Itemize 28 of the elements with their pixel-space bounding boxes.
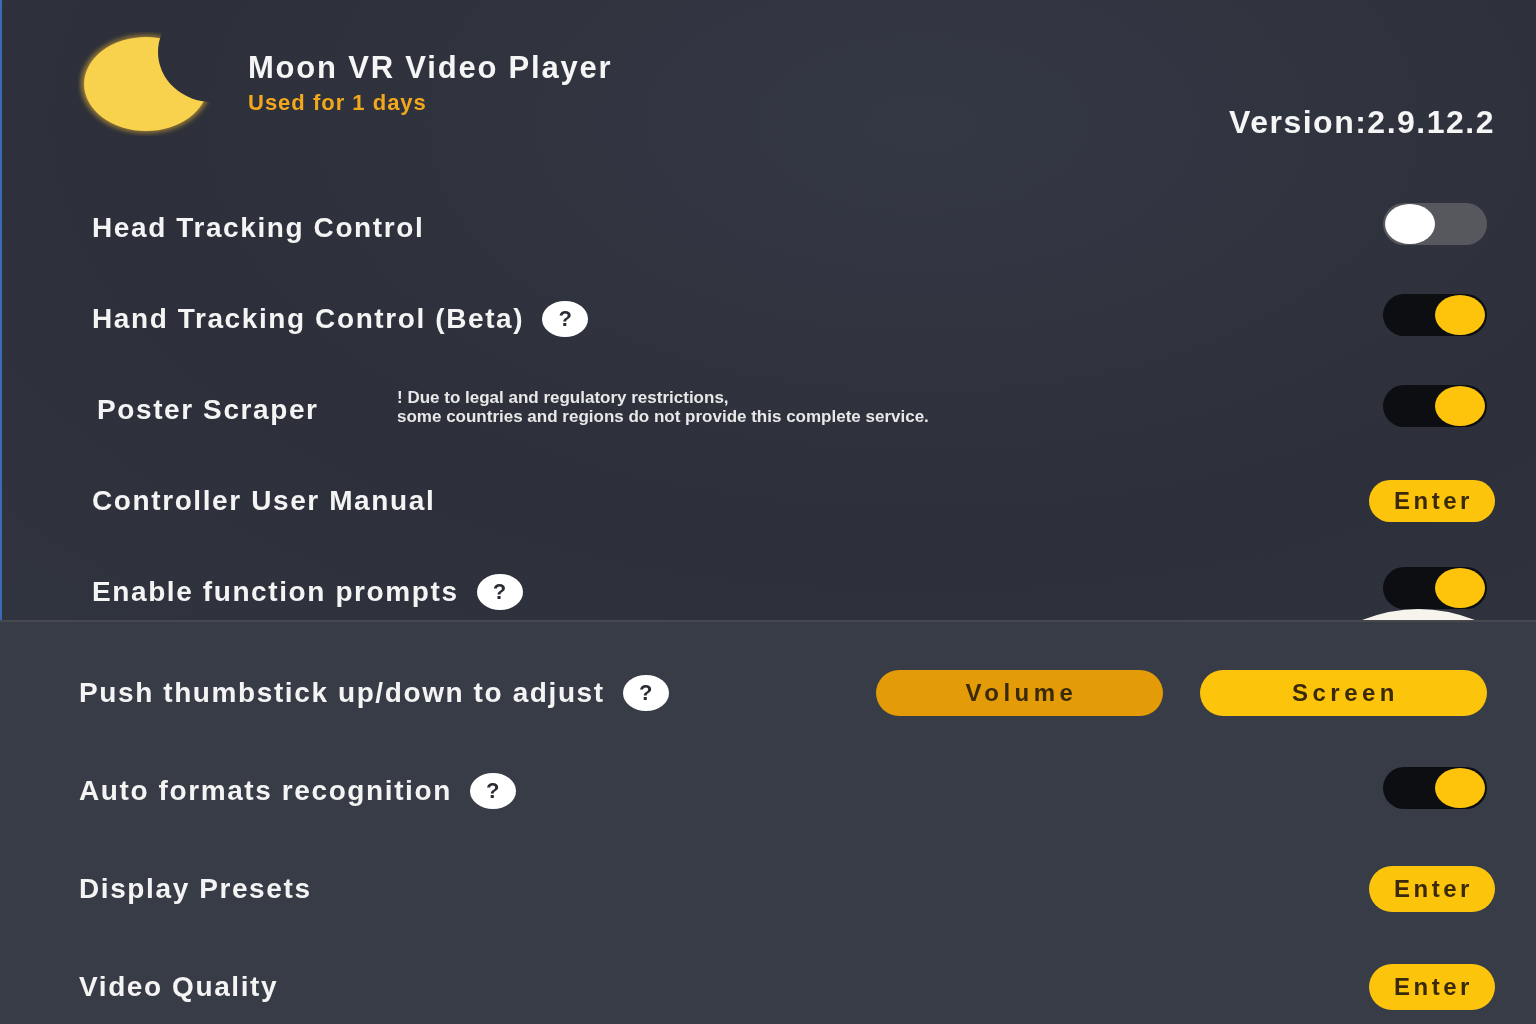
version-text: Version:2.9.12.2 <box>1229 104 1495 141</box>
usage-text: Used for 1 days <box>248 90 428 116</box>
toggle-switch[interactable] <box>1383 567 1487 609</box>
help-button[interactable]: ? <box>469 773 516 809</box>
app-title: Moon VR Video Player <box>248 49 613 87</box>
setting-label: Display Presets <box>79 873 312 905</box>
help-button[interactable]: ? <box>542 300 589 337</box>
enter-button[interactable]: Enter <box>1369 479 1495 522</box>
setting-label: Head Tracking Control <box>92 211 425 244</box>
setting-label: Enable function prompts <box>92 575 459 608</box>
setting-label: Poster Scraper <box>97 393 320 426</box>
toggle-switch[interactable] <box>1383 203 1487 245</box>
setting-label: Hand Tracking Control (Beta) <box>92 302 525 335</box>
toggle-switch[interactable] <box>1383 294 1487 336</box>
enter-button[interactable]: Enter <box>1369 964 1495 1010</box>
setting-label: Controller User Manual <box>92 484 436 517</box>
toggle-switch[interactable] <box>1383 385 1487 427</box>
enter-button[interactable]: Enter <box>1369 866 1495 912</box>
help-button[interactable]: ? <box>622 675 669 711</box>
dome-icon <box>1362 609 1475 620</box>
setting-label: Push thumbstick up/down to adjust <box>79 677 605 709</box>
option-button[interactable]: Screen <box>1200 670 1487 716</box>
notice-text: ! Due to legal and regulatory restrictions, some countries and regions do not provide this complete service. <box>397 387 929 426</box>
setting-label: Video Quality <box>79 971 279 1003</box>
option-button[interactable]: Volume <box>876 670 1163 716</box>
help-button[interactable]: ? <box>476 573 523 610</box>
setting-label: Auto formats recognition <box>79 775 452 807</box>
toggle-switch[interactable] <box>1383 766 1487 809</box>
